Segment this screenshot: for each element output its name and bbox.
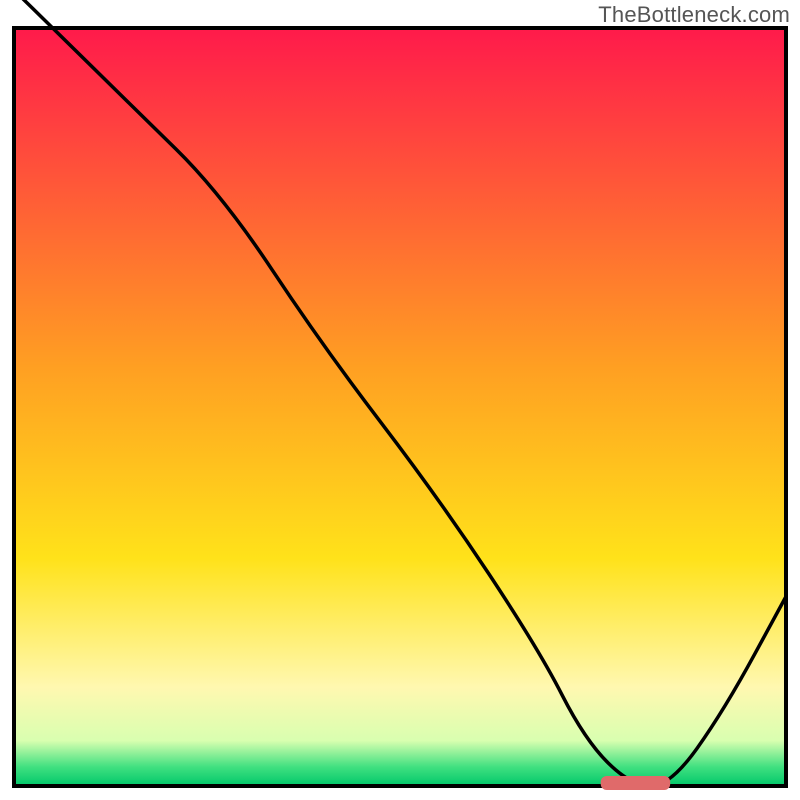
watermark: TheBottleneck.com [598, 2, 790, 28]
bottleneck-chart [0, 0, 800, 800]
optimal-range-marker [601, 776, 670, 790]
chart-container: { "watermark": "TheBottleneck.com", "cha… [0, 0, 800, 800]
plot-area [14, 28, 786, 786]
